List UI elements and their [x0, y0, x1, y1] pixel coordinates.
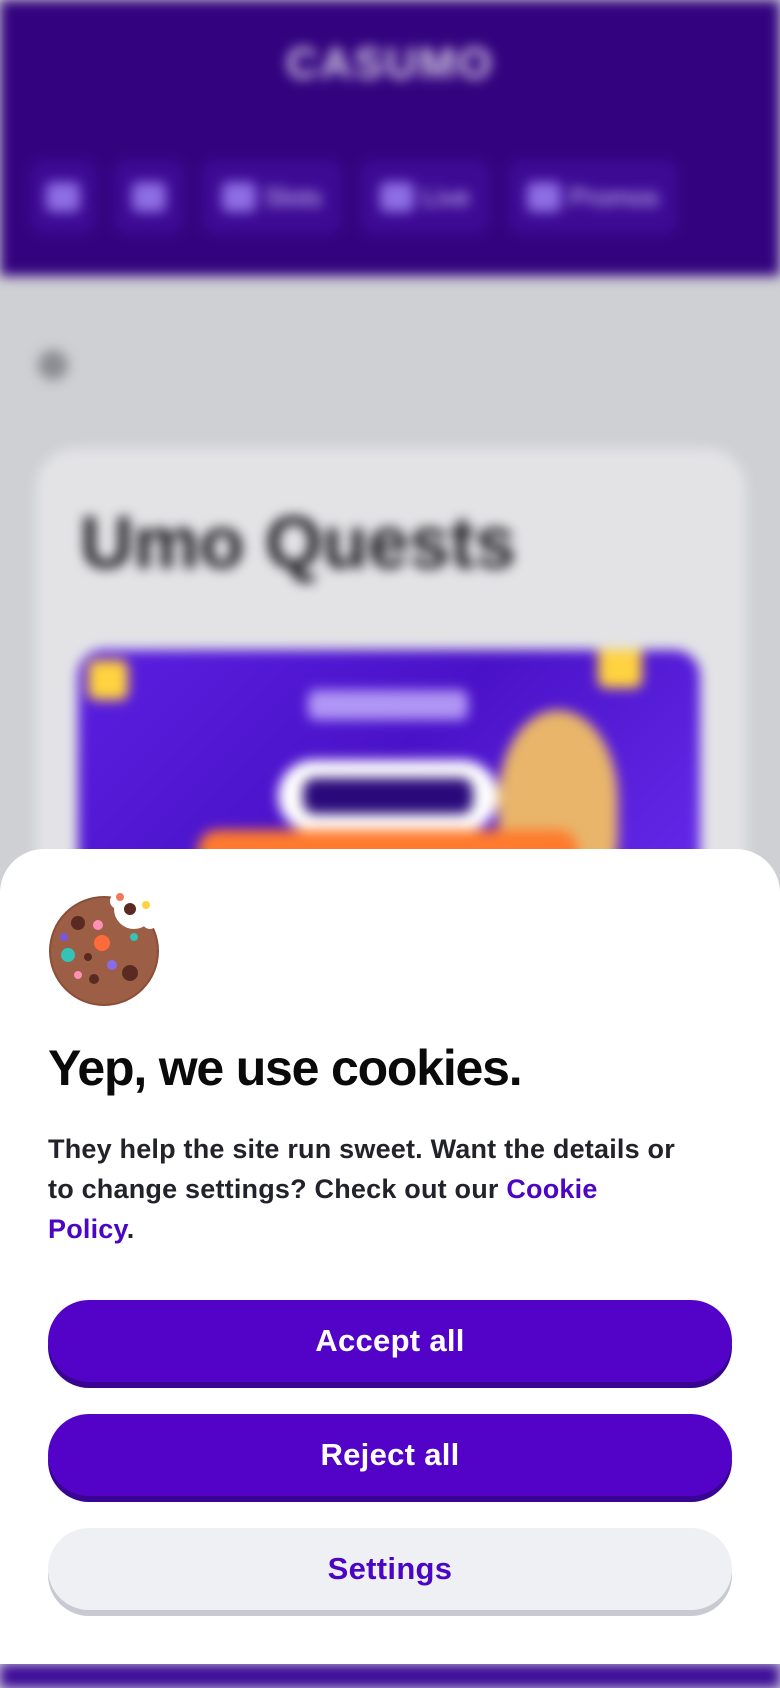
nav-promos-label: Promos [569, 181, 659, 212]
star-decoration [88, 660, 128, 700]
bottom-nav-strip [0, 1664, 780, 1688]
nav-slots[interactable]: Slots [202, 160, 342, 234]
top-nav: Slots Live Promos [30, 160, 750, 234]
back-button[interactable] [38, 350, 68, 380]
nav-slots-label: Slots [264, 181, 322, 212]
star-decoration [598, 650, 642, 688]
accept-all-button[interactable]: Accept all [48, 1300, 732, 1382]
nav-live-label: Live [422, 181, 470, 212]
banner-pill-text [303, 778, 473, 814]
nav-home[interactable] [114, 160, 184, 234]
live-camera-icon [380, 182, 415, 212]
cookie-description-end: . [126, 1214, 135, 1244]
search-icon [46, 182, 80, 212]
cookie-description: They help the site run sweet. Want the d… [48, 1129, 688, 1249]
nav-search[interactable] [30, 160, 96, 234]
nav-live[interactable]: Live [360, 160, 490, 234]
nav-promos[interactable]: Promos [508, 160, 678, 234]
cookie-title: Yep, we use cookies. [48, 1040, 523, 1096]
site-logo: CASUMO [286, 39, 494, 88]
settings-button[interactable]: Settings [48, 1528, 732, 1610]
reject-all-button[interactable]: Reject all [48, 1414, 732, 1496]
cookie-consent-sheet: Yep, we use cookies. They help the site … [0, 849, 780, 1664]
card-title: Umo Quests [80, 501, 516, 584]
slot-machine-icon [222, 182, 257, 212]
gift-icon [527, 182, 562, 212]
home-icon [132, 182, 166, 212]
site-header: CASUMO Slots Live Promos [0, 0, 780, 276]
cookie-icon [49, 891, 159, 1006]
banner-logo [308, 690, 468, 720]
